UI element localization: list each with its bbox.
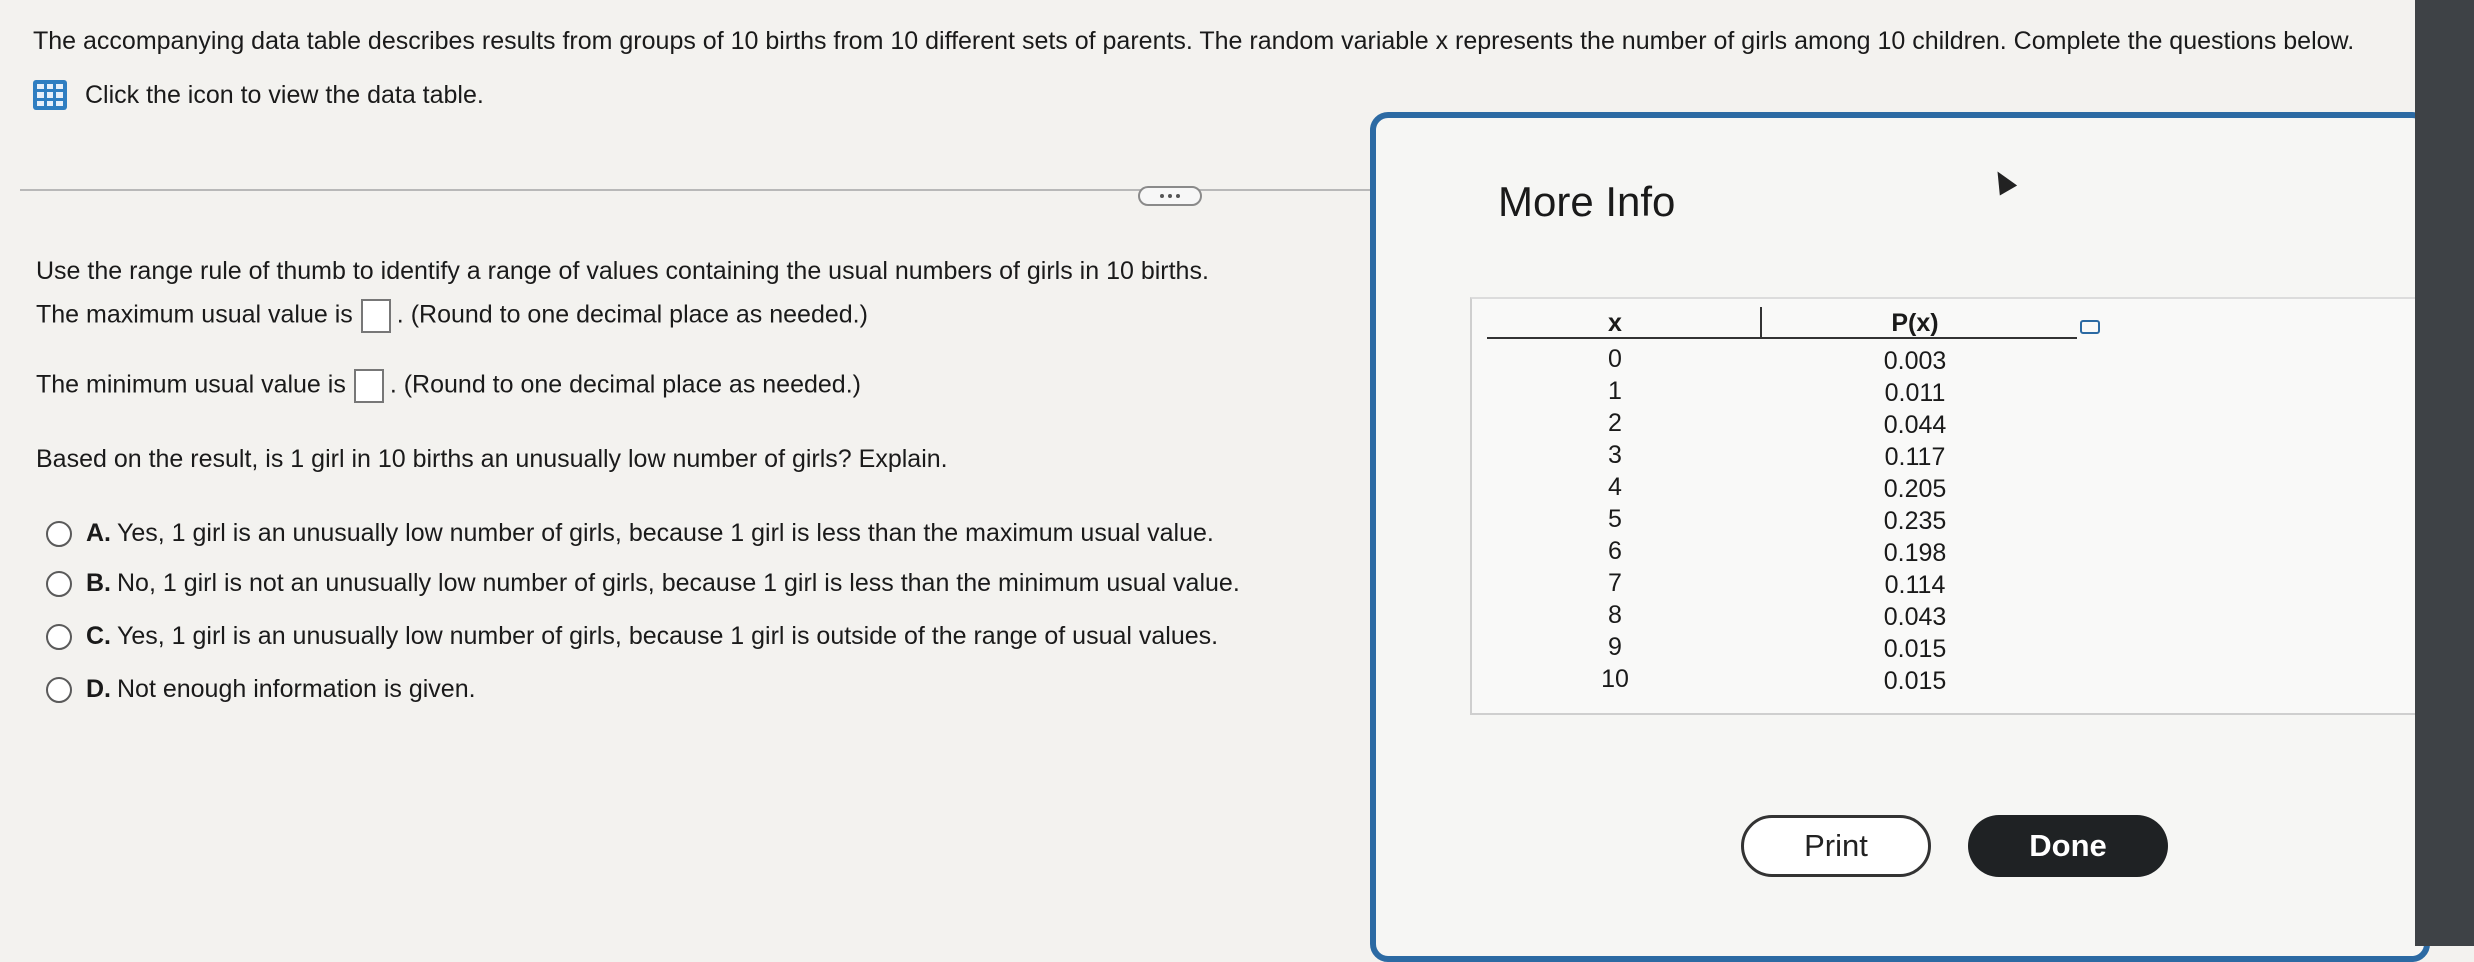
table-cell-p: 0.015 [1883,635,1947,663]
option-letter: D. [86,675,111,703]
table-cell-x: 2 [1608,409,1622,437]
table-cell-x: 8 [1608,601,1622,629]
table-cell-p: 0.011 [1884,379,1946,407]
done-button[interactable]: Done [1968,815,2168,877]
option-a-radio[interactable] [46,520,72,547]
copy-table-icon[interactable] [2080,320,2100,334]
option-text: Yes, 1 girl is an unusually low number o… [117,519,1214,547]
column-header-px: P(x) [1891,309,1939,337]
option-text: No, 1 girl is not an unusually low numbe… [117,569,1240,597]
dialog-title: More Info [1498,178,1676,225]
max-usual-question: The maximum usual value is . (Round to on… [36,299,868,333]
table-header-rule [1487,337,2077,339]
option-letter: B. [86,569,111,597]
max-usual-input[interactable] [360,299,391,333]
option-c-radio[interactable] [46,623,72,650]
table-cell-p: 0.235 [1883,507,1947,535]
table-grid-icon[interactable] [33,80,67,110]
max-prefix: The maximum usual value is [36,300,353,329]
option-b-radio[interactable] [46,570,72,597]
view-table-label: Click the icon to view the data table. [85,80,484,109]
table-cell-p: 0.003 [1883,347,1947,375]
option-b[interactable]: B. No, 1 girl is not an unusually low num… [46,569,1240,598]
table-cell-x: 9 [1608,633,1622,661]
option-a[interactable]: A. Yes, 1 girl is an unusually low number… [46,519,1214,548]
table-cell-x: 5 [1608,505,1622,533]
option-letter: C. [86,622,111,650]
max-suffix: . (Round to one decimal place as needed.… [396,300,868,329]
table-cell-x: 7 [1608,569,1622,597]
table-cell-x: 6 [1608,537,1622,565]
problem-intro: The accompanying data table describes re… [33,27,2355,55]
min-prefix: The minimum usual value is [36,370,346,399]
table-cell-p: 0.044 [1883,411,1947,439]
print-button[interactable]: Print [1741,815,1931,877]
table-cell-p: 0.198 [1883,539,1947,567]
column-header-x: x [1608,309,1622,337]
table-cell-p: 0.015 [1883,667,1947,695]
table-cell-p: 0.117 [1884,443,1946,471]
option-d[interactable]: D. Not enough information is given. [46,675,476,704]
option-letter: A. [86,519,111,547]
option-text: Yes, 1 girl is an unusually low number o… [117,622,1219,650]
table-column-separator [1760,307,1762,337]
range-question: Use the range rule of thumb to identify … [36,257,1209,285]
min-suffix: . (Round to one decimal place as needed.… [389,370,861,399]
table-cell-p: 0.114 [1884,571,1946,599]
table-cell-x: 0 [1608,345,1622,373]
option-d-radio[interactable] [46,676,72,703]
unusual-question: Based on the result, is 1 girl in 10 bir… [36,445,948,473]
table-cell-p: 0.043 [1883,603,1947,631]
view-data-table-link[interactable]: Click the icon to view the data table. [33,80,484,110]
table-cell-x: 4 [1608,473,1622,501]
table-cell-x: 1 [1608,377,1622,405]
table-cell-x: 3 [1608,441,1622,469]
min-usual-question: The minimum usual value is . (Round to on… [36,369,861,403]
table-cell-x: 10 [1601,665,1629,693]
option-text: Not enough information is given. [117,675,476,703]
table-cell-p: 0.205 [1883,475,1947,503]
min-usual-input[interactable] [353,369,384,403]
window-edge [2415,0,2474,946]
option-c[interactable]: C. Yes, 1 girl is an unusually low number… [46,622,1218,651]
expand-more-button[interactable] [1138,186,1202,206]
